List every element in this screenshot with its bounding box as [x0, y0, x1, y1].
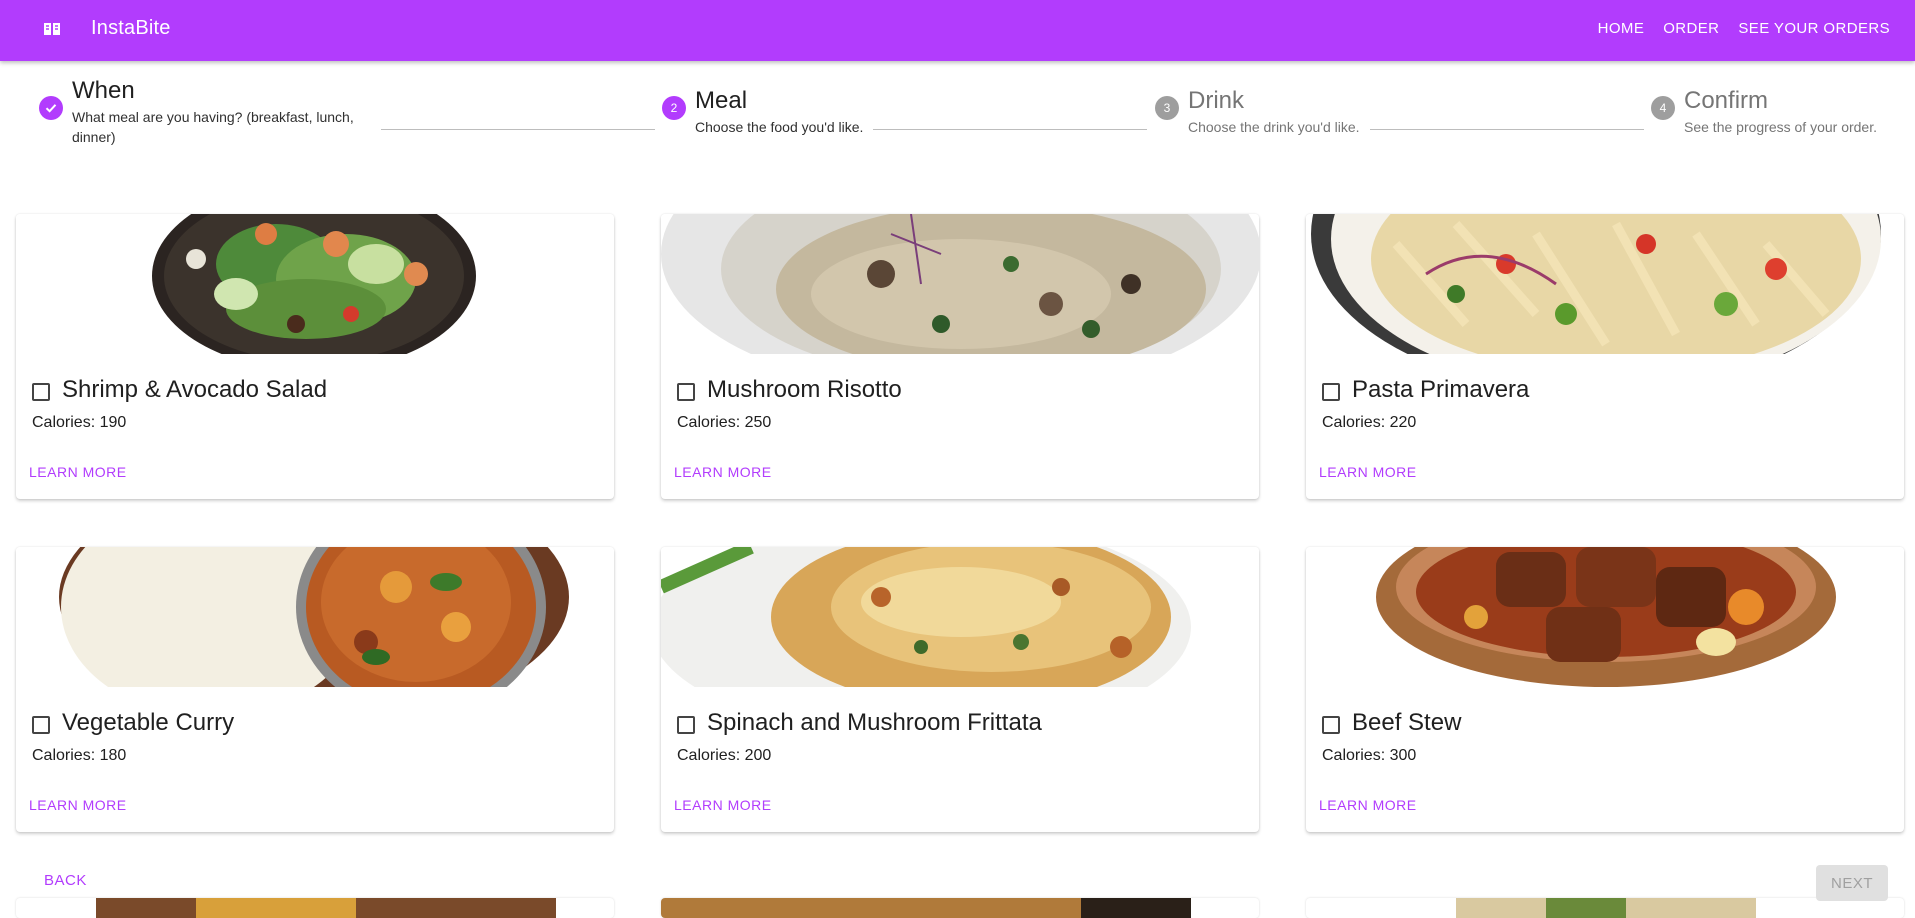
meal-calories: Calories: 250 — [677, 414, 772, 431]
step-title: Meal — [695, 87, 748, 114]
select-meal-checkbox[interactable] — [1322, 383, 1340, 401]
step-subtitle: See the progress of your order. — [1684, 119, 1877, 135]
meal-name: Shrimp & Avocado Salad — [62, 376, 328, 403]
card-title-row: Spinach and Mushroom Frittata — [677, 709, 1042, 737]
meal-calories: Calories: 180 — [32, 747, 127, 764]
card-title-row: Beef Stew — [1322, 709, 1461, 737]
mushroom-risotto-photo — [661, 214, 1259, 354]
vegetable-curry-photo — [16, 547, 614, 687]
meal-card-partial — [1306, 898, 1904, 918]
select-meal-checkbox[interactable] — [32, 383, 50, 401]
step-when[interactable]: When What meal are you having? (breakfas… — [39, 77, 372, 147]
step-subtitle: Choose the food you'd like. — [695, 119, 864, 135]
step-subtitle: Choose the drink you'd like. — [1188, 119, 1360, 135]
nav-see-orders-link[interactable]: SEE YOUR ORDERS — [1738, 20, 1890, 37]
meal-photo-partial — [1456, 898, 1756, 918]
meal-photo-partial — [661, 898, 1191, 918]
app-brand: InstaBite — [91, 17, 171, 39]
meal-calories: Calories: 220 — [1322, 414, 1417, 431]
select-meal-checkbox[interactable] — [1322, 716, 1340, 734]
step-connector — [1370, 129, 1644, 130]
beef-stew-photo — [1306, 547, 1904, 687]
meal-name: Mushroom Risotto — [707, 376, 902, 403]
meal-calories: Calories: 300 — [1322, 747, 1417, 764]
meal-card: Vegetable Curry Calories: 180 LEARN MORE — [16, 547, 614, 832]
card-title-row: Mushroom Risotto — [677, 376, 902, 404]
step-title: When — [72, 77, 135, 104]
step-title: Confirm — [1684, 87, 1769, 114]
learn-more-button[interactable]: LEARN MORE — [674, 797, 772, 813]
card-title-row: Pasta Primavera — [1322, 376, 1529, 404]
card-title-row: Vegetable Curry — [32, 709, 234, 737]
meal-card-partial — [16, 898, 614, 918]
order-stepper: When What meal are you having? (breakfas… — [0, 61, 1915, 181]
menu-book-icon[interactable] — [42, 19, 62, 39]
meal-name: Beef Stew — [1352, 709, 1462, 736]
meal-card: Shrimp & Avocado Salad Calories: 190 LEA… — [16, 214, 614, 499]
step-number-badge: 3 — [1155, 96, 1179, 120]
meal-calories: Calories: 200 — [677, 747, 772, 764]
learn-more-button[interactable]: LEARN MORE — [1319, 464, 1417, 480]
meal-card: Beef Stew Calories: 300 LEARN MORE — [1306, 547, 1904, 832]
step-connector — [873, 129, 1147, 130]
learn-more-button[interactable]: LEARN MORE — [29, 797, 127, 813]
learn-more-button[interactable]: LEARN MORE — [674, 464, 772, 480]
step-meal[interactable]: 2 Meal Choose the food you'd like. — [662, 87, 863, 137]
learn-more-button[interactable]: LEARN MORE — [1319, 797, 1417, 813]
meal-card-partial — [661, 898, 1259, 918]
meal-calories: Calories: 190 — [32, 414, 127, 431]
step-connector — [381, 129, 655, 130]
meal-photo-partial — [96, 898, 556, 918]
check-icon — [39, 96, 63, 120]
select-meal-checkbox[interactable] — [32, 716, 50, 734]
meal-name: Vegetable Curry — [62, 709, 235, 736]
meal-name: Spinach and Mushroom Frittata — [707, 709, 1042, 736]
select-meal-checkbox[interactable] — [677, 383, 695, 401]
shrimp-avocado-salad-photo — [16, 214, 614, 354]
top-nav: HOME ORDER SEE YOUR ORDERS — [1579, 20, 1890, 37]
select-meal-checkbox[interactable] — [677, 716, 695, 734]
learn-more-button[interactable]: LEARN MORE — [29, 464, 127, 480]
pasta-primavera-photo — [1306, 214, 1904, 354]
meal-name: Pasta Primavera — [1352, 376, 1530, 403]
meal-card: Spinach and Mushroom Frittata Calories: … — [661, 547, 1259, 832]
app-bar: InstaBite HOME ORDER SEE YOUR ORDERS — [0, 0, 1915, 61]
step-confirm[interactable]: 4 Confirm See the progress of your order… — [1651, 87, 1877, 137]
card-title-row: Shrimp & Avocado Salad — [32, 376, 327, 404]
step-title: Drink — [1188, 87, 1245, 114]
next-button[interactable]: NEXT — [1816, 865, 1888, 901]
nav-home-link[interactable]: HOME — [1598, 20, 1645, 37]
back-button[interactable]: BACK — [44, 872, 87, 889]
step-drink[interactable]: 3 Drink Choose the drink you'd like. — [1155, 87, 1360, 137]
meal-card: Mushroom Risotto Calories: 250 LEARN MOR… — [661, 214, 1259, 499]
spinach-mushroom-frittata-photo — [661, 547, 1259, 687]
meal-card: Pasta Primavera Calories: 220 LEARN MORE — [1306, 214, 1904, 499]
step-number-badge: 2 — [662, 96, 686, 120]
nav-order-link[interactable]: ORDER — [1663, 20, 1719, 37]
step-subtitle: What meal are you having? (breakfast, lu… — [72, 109, 354, 145]
step-number-badge: 4 — [1651, 96, 1675, 120]
